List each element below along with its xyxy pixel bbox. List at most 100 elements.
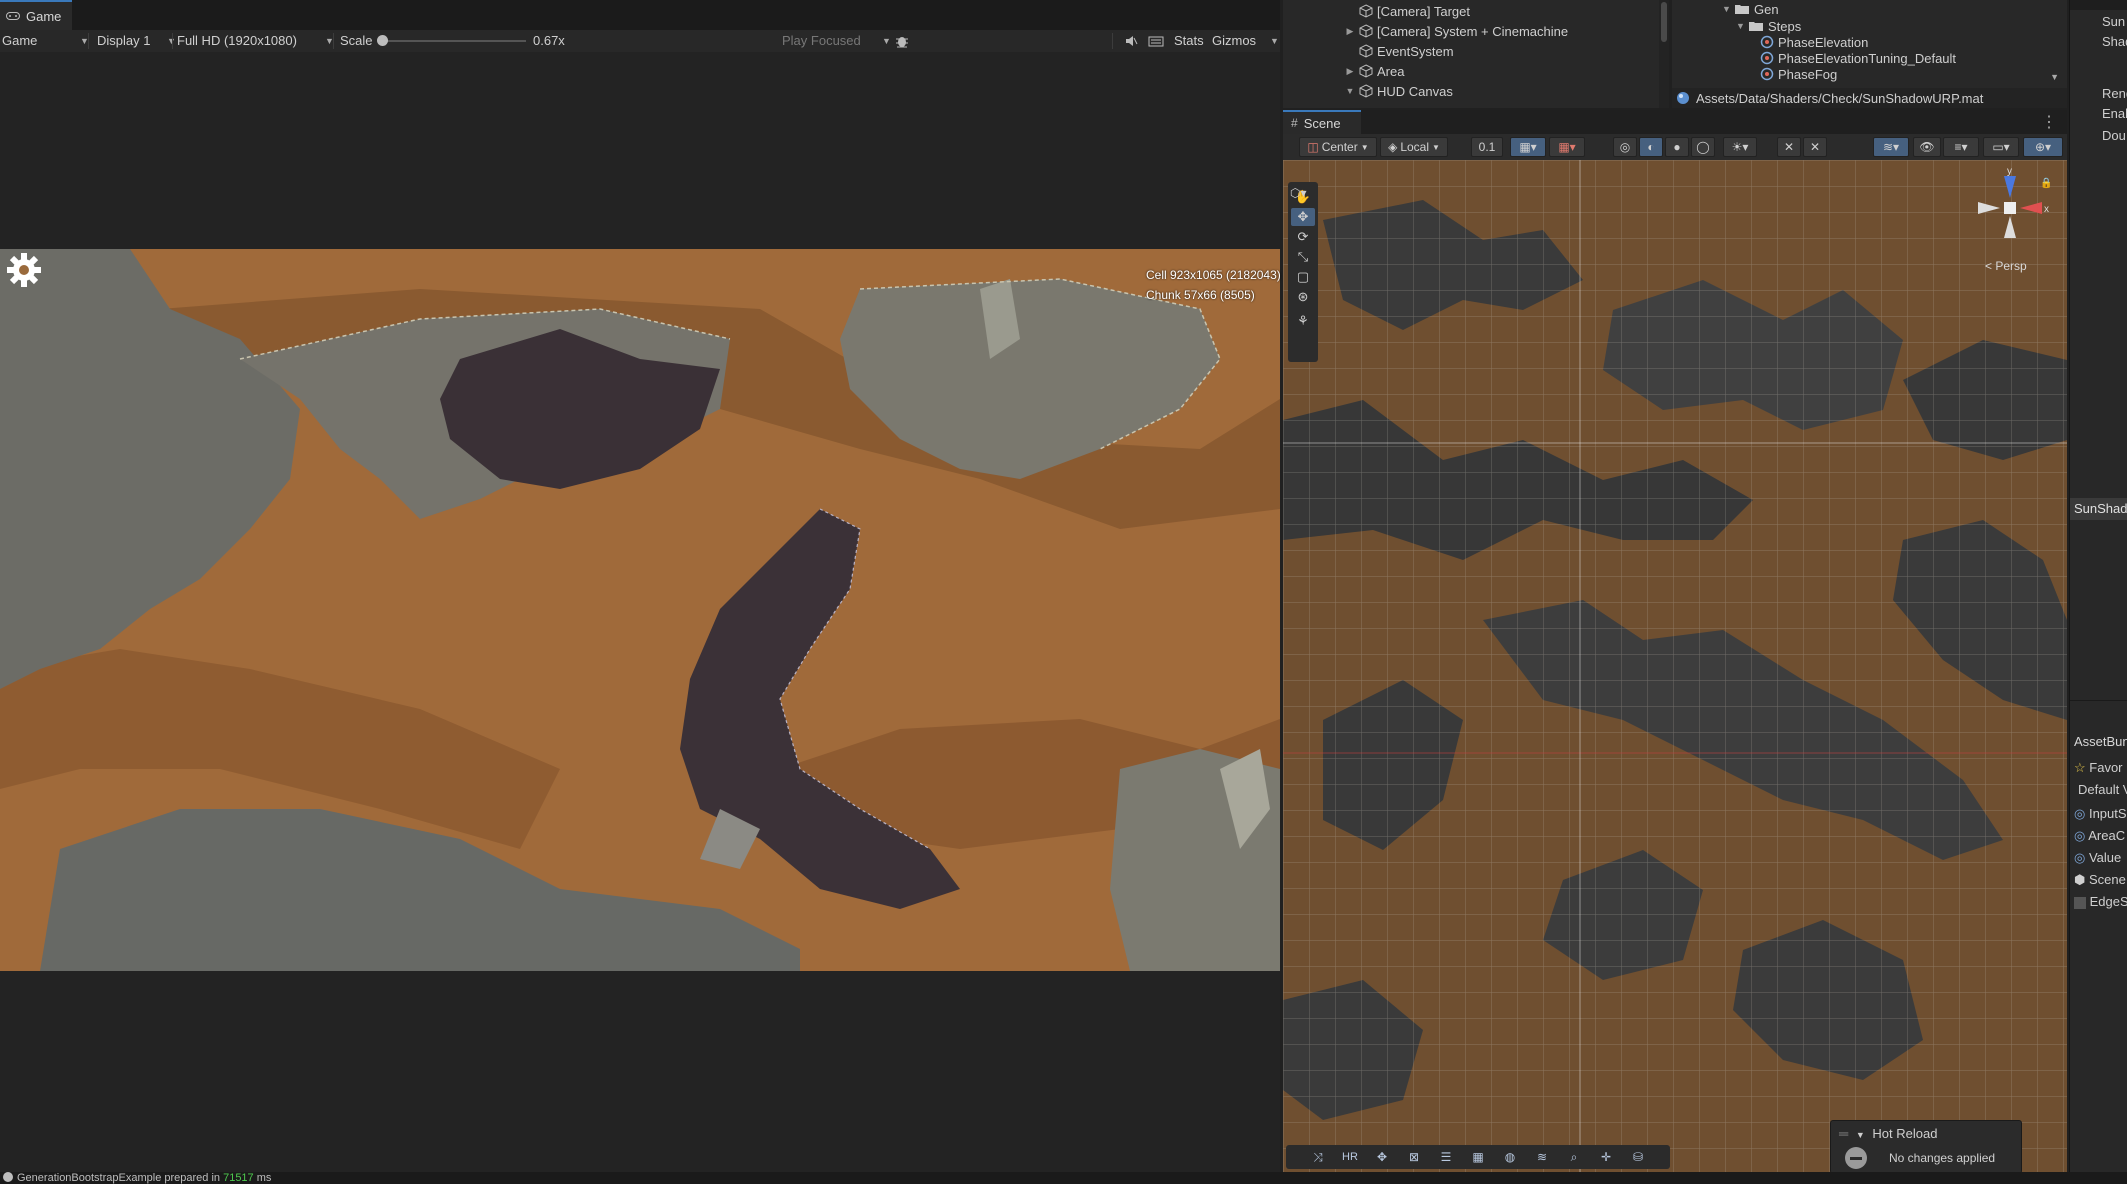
cross-overlay-icon[interactable]: ⊠ <box>1402 1147 1426 1167</box>
cell-info-text: Cell 923x1065 (2182043) <box>1146 268 1281 282</box>
hierarchy-item[interactable]: EventSystem <box>1343 41 1454 61</box>
projection-label[interactable]: < Persp <box>1985 259 2027 273</box>
component-tools-dropdown[interactable]: ⬡▾ <box>1290 186 1307 200</box>
move-tool-icon[interactable]: ✥ <box>1291 208 1315 226</box>
effects-toggle-icon[interactable]: ✕ <box>1803 137 1827 157</box>
play-mode-dropdown[interactable]: Play Focused ▼ <box>782 30 891 52</box>
mute-audio-icon[interactable] <box>1124 30 1138 52</box>
stats-button[interactable]: Stats <box>1174 30 1204 52</box>
hierarchy-item[interactable]: [Camera] Target <box>1343 1 1470 21</box>
move-overlay-icon[interactable]: ✥ <box>1370 1147 1394 1167</box>
file-icon <box>2074 896 2086 909</box>
keyboard-shortcuts-icon[interactable] <box>1148 30 1164 52</box>
gizmo-globe-icon: ⊕▾ <box>2034 140 2052 154</box>
project-folder-item[interactable]: ▼ Gen <box>1722 1 1779 17</box>
scene-visibility-dropdown[interactable]: ≋▾ <box>1873 137 1909 157</box>
scene-panel-menu-icon[interactable]: ⋮ <box>2041 112 2057 132</box>
inspector-panel: Sun Shad Rend Enab Dou SunShado AssetBun… <box>2069 0 2127 1172</box>
sliders-icon[interactable]: ☰ <box>1434 1147 1458 1167</box>
collapse-arrow-icon[interactable]: ▼ <box>1736 21 1748 31</box>
crosshair-icon[interactable]: ✛ <box>1594 1147 1618 1167</box>
asset-list-item[interactable]: ⬢ Scene <box>2074 872 2126 888</box>
layers-dropdown[interactable]: ≡▾ <box>1943 137 1979 157</box>
asset-list-item[interactable]: ◎ InputS <box>2074 806 2127 822</box>
snap-increment-field[interactable]: 0.1 <box>1471 137 1503 157</box>
game-tab-bar <box>0 0 1280 31</box>
grid-snap-toggle[interactable]: ▦▾ <box>1510 137 1546 157</box>
project-asset-item[interactable]: PhaseElevationTuning_Default <box>1760 50 1956 66</box>
grid-visibility-dropdown[interactable]: ▦▾ <box>1549 137 1585 157</box>
game-mode-dropdown[interactable]: Game ▼ <box>2 30 89 52</box>
lock-icon[interactable]: 🔒 <box>2040 178 2052 189</box>
wireframe-sphere-icon[interactable]: ◯ <box>1691 137 1715 157</box>
shaded-sphere-icon[interactable]: ● <box>1665 137 1689 157</box>
zoom-icon[interactable]: ⌕ <box>1562 1147 1586 1167</box>
hierarchy-item[interactable]: ▶ [Camera] System + Cinemachine <box>1343 21 1569 41</box>
transform-tool-icon[interactable]: ⊛ <box>1291 288 1315 306</box>
expand-arrow-icon[interactable]: ▶ <box>1343 66 1357 77</box>
favorites-row[interactable]: ☆ Favor <box>2074 760 2123 776</box>
hierarchy-scrollbar-thumb[interactable] <box>1661 2 1667 42</box>
y-axis-cone[interactable] <box>2004 176 2016 198</box>
material-name-label: SunShado <box>2074 501 2127 516</box>
project-folder-item[interactable]: ▼ Steps <box>1736 18 1801 34</box>
project-asset-item[interactable]: PhaseElevation <box>1760 34 1868 50</box>
camera-dropdown[interactable]: ▭▾ <box>1983 137 2019 157</box>
favorites-label: Favor <box>2089 760 2123 775</box>
orbit-icon[interactable]: ◎ <box>1613 137 1637 157</box>
gizmo-center-cube[interactable] <box>2004 202 2016 214</box>
shading-mode-icon[interactable]: ◐ <box>1639 137 1663 157</box>
expand-arrow-icon[interactable]: ▶ <box>1343 26 1357 37</box>
layers-overlay-icon[interactable]: ≋ <box>1530 1147 1554 1167</box>
rotate-tool-icon[interactable]: ⟳ <box>1291 228 1315 246</box>
collapse-arrow-icon[interactable]: ▼ <box>1856 1130 1865 1140</box>
hr-button-icon[interactable]: HR <box>1338 1147 1362 1167</box>
space-local-dropdown[interactable]: ◈ Local ▼ <box>1380 137 1448 157</box>
asset-list-item-label: AreaC <box>2088 828 2126 843</box>
pivot-icon: ◫ <box>1307 140 1319 154</box>
hierarchy-item[interactable]: ▶ Area <box>1343 61 1405 81</box>
collapse-arrow-icon[interactable]: ▼ <box>1722 4 1734 14</box>
scale-tool-icon[interactable]: ⤡ <box>1291 248 1315 266</box>
eye-icon[interactable]: 👁 <box>1913 137 1941 157</box>
asset-list-item[interactable]: ◎ AreaC <box>2074 828 2125 844</box>
tab-game[interactable]: Game <box>0 0 72 30</box>
settings-gear-icon[interactable] <box>4 250 44 290</box>
status-bar[interactable]: GenerationBootstrapExample prepared in 7… <box>0 1172 2127 1184</box>
neg-y-axis-cone[interactable] <box>2004 216 2016 238</box>
shuffle-icon[interactable]: ⤨ <box>1306 1147 1330 1167</box>
gameobject-cube-icon <box>1359 84 1373 98</box>
hot-reload-header[interactable]: ═ ▼ Hot Reload <box>1839 1126 1937 1141</box>
gizmos-dropdown[interactable]: Gizmos ▼ <box>1212 30 1279 52</box>
scroll-down-icon[interactable]: ▼ <box>2050 72 2059 82</box>
bug-icon[interactable] <box>895 30 909 52</box>
x-axis-cone[interactable] <box>2020 202 2042 214</box>
drag-handle-icon[interactable]: ═ <box>1839 1126 1848 1141</box>
audio-toggle-icon[interactable]: ✕ <box>1777 137 1801 157</box>
neg-x-axis-cone[interactable] <box>1978 202 2000 214</box>
asset-list-item[interactable]: EdgeS <box>2074 894 2127 909</box>
scene-viewport[interactable] <box>1283 160 2067 1172</box>
lighting-toggle[interactable]: ☀▾ <box>1723 137 1757 157</box>
gizmos-dropdown[interactable]: ⊕▾ <box>2023 137 2063 157</box>
rect-tool-icon[interactable]: ▢ <box>1291 268 1315 286</box>
scriptable-object-icon <box>1760 67 1774 81</box>
custom-tool-icon[interactable]: ⚘ <box>1291 312 1315 330</box>
hierarchy-item[interactable]: ▼ HUD Canvas <box>1343 81 1453 101</box>
scale-slider-handle[interactable] <box>377 35 388 46</box>
resolution-dropdown[interactable]: Full HD (1920x1080) ▼ <box>177 30 334 52</box>
paint-bucket-icon[interactable]: ⛁ <box>1626 1147 1650 1167</box>
default-value-label: Default V <box>2078 782 2127 797</box>
grid-overlay-icon[interactable]: ▦ <box>1466 1147 1490 1167</box>
display-dropdown[interactable]: Display 1 ▼ <box>97 30 176 52</box>
play-mode-label: Play Focused <box>782 33 861 48</box>
tab-scene[interactable]: # Scene <box>1283 110 1361 134</box>
asset-list-item[interactable]: ◎ Value <box>2074 850 2121 866</box>
y-axis-label: y <box>2007 168 2012 177</box>
pivot-center-dropdown[interactable]: ◫ Center ▼ <box>1299 137 1377 157</box>
inspector-section-header[interactable]: SunShado <box>2070 498 2127 520</box>
project-asset-item[interactable]: PhaseFog <box>1760 66 1837 82</box>
collapse-arrow-icon[interactable]: ▼ <box>1343 86 1357 96</box>
scale-slider-track[interactable] <box>380 40 526 42</box>
globe-overlay-icon[interactable]: ◍ <box>1498 1147 1522 1167</box>
